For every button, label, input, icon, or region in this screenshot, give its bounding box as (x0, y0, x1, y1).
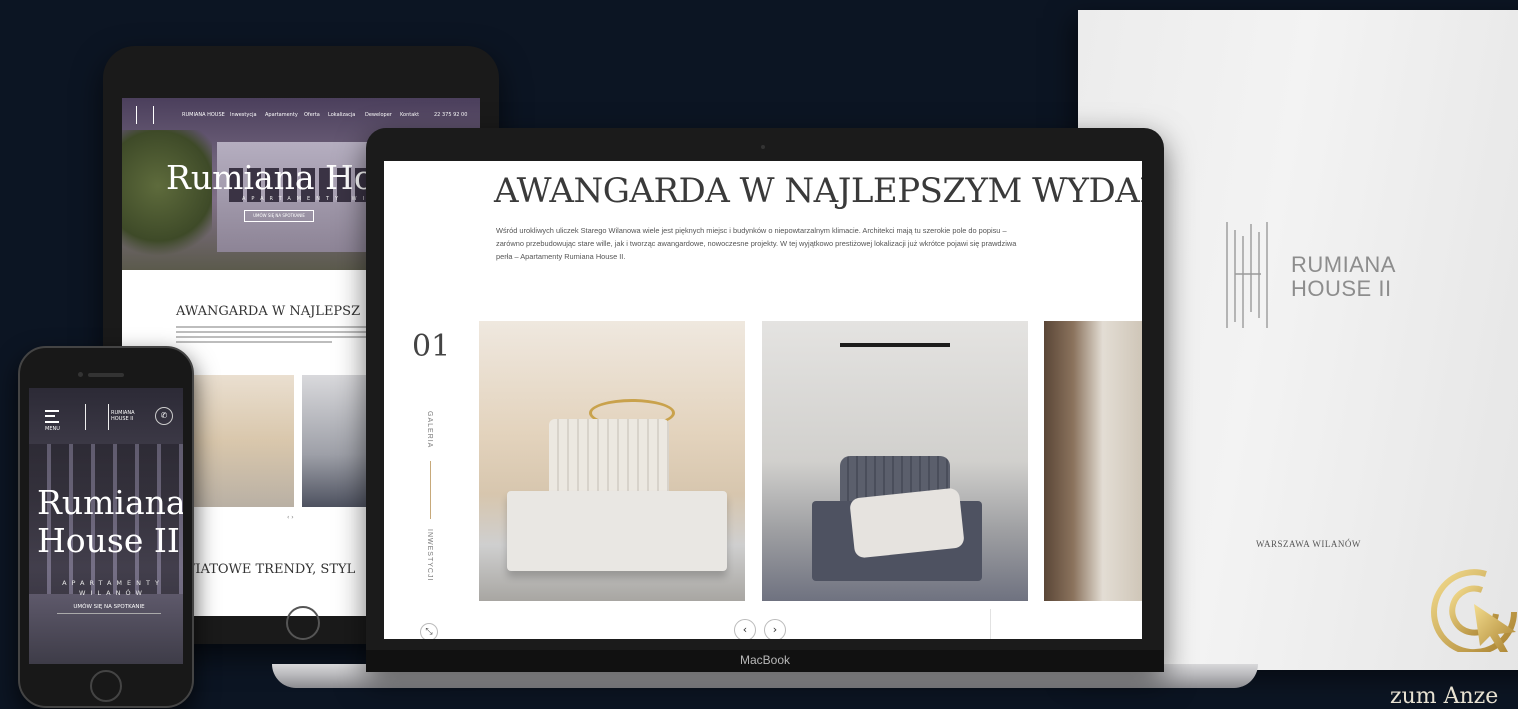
gallery-image-living-room[interactable] (1044, 321, 1142, 601)
expand-icon[interactable]: ⤡ (420, 623, 438, 639)
tablet-phone-number[interactable]: 22 375 92 00 (434, 112, 467, 118)
brochure-city: WARSZAWA WILANÓW (1256, 539, 1361, 549)
vertical-label-gallery: GALERIA (426, 411, 433, 449)
tablet-section-heading: AWANGARDA W NAJLEPSZ (176, 304, 361, 319)
brochure-brand-line1: RUMIANA (1291, 252, 1396, 277)
next-arrow-button[interactable]: › (764, 619, 786, 639)
tablet-home-button[interactable] (286, 606, 320, 640)
tablet-bottom-heading: VIATOWE TRENDY, STYL (186, 562, 356, 577)
laptop-screen: AWANGARDA W NAJLEPSZYM WYDANIU Wśród uro… (384, 161, 1142, 639)
tablet-gallery-image-1[interactable] (188, 375, 294, 507)
tablet-nav-item[interactable]: Lokalizacja (328, 112, 355, 118)
blanket (849, 487, 965, 559)
laptop-chin: MacBook (366, 650, 1164, 672)
gold-cursor-badge-icon[interactable] (1426, 560, 1518, 652)
menu-label: MENU (45, 426, 60, 432)
bed (507, 491, 727, 571)
divider (990, 609, 991, 639)
phone-hero-button[interactable]: UMÓW SIĘ NA SPOTKANIE (57, 602, 161, 614)
rh-monogram-logo (1226, 222, 1268, 328)
laptop-brand-label: MacBook (739, 653, 791, 667)
laptop-lid: AWANGARDA W NAJLEPSZYM WYDANIU Wśród uro… (366, 128, 1164, 672)
phone-hero-subtitle: APARTAMENTY WILANÓW (62, 579, 164, 597)
phone-screen: MENU RUMIANA HOUSE II ✆ Rumiana House II… (29, 388, 183, 664)
phone-call-icon[interactable]: ✆ (155, 407, 173, 425)
vertical-divider (430, 461, 431, 519)
tablet-nav-item[interactable]: Inwestycja (230, 112, 257, 118)
tree-image (122, 130, 212, 270)
section-number: 01 (412, 329, 451, 364)
phone-logo-text: RUMIANA HOUSE II (111, 410, 135, 422)
tablet-hero-button[interactable]: UMÓW SIĘ NA SPOTKANIE (244, 210, 314, 222)
tablet-hero-title: Rumiana Hou (166, 158, 395, 197)
page-heading: AWANGARDA W NAJLEPSZYM WYDANIU (494, 171, 1142, 211)
hamburger-icon (45, 410, 59, 423)
phone-logo[interactable] (85, 404, 109, 430)
badge-caption[interactable]: zum Anze (1390, 684, 1498, 709)
intro-paragraph: Wśród urokliwych uliczek Starego Wilanow… (496, 226, 1017, 261)
phone-device: MENU RUMIANA HOUSE II ✆ Rumiana House II… (18, 346, 194, 708)
tablet-carousel-arrows[interactable]: ‹ › (287, 514, 294, 521)
tablet-nav-item[interactable]: Kontakt (400, 112, 419, 118)
gallery-image-bedroom-bears[interactable] (762, 321, 1028, 601)
tablet-nav-item[interactable]: Apartamenty (265, 112, 298, 118)
gallery-image-bedroom-beige[interactable] (479, 321, 745, 601)
pendant-lamp (840, 343, 950, 347)
tablet-nav-item[interactable]: RUMIANA HOUSE (182, 112, 225, 118)
tablet-nav-item[interactable]: Deweloper (365, 112, 392, 118)
vertical-label-investment: INWESTYCJI (426, 529, 433, 582)
phone-camera (78, 372, 83, 377)
prev-arrow-button[interactable]: ‹ (734, 619, 756, 639)
camera-icon (761, 145, 765, 149)
tablet-logo[interactable] (136, 106, 154, 124)
brochure-brand-line2: HOUSE II (1291, 276, 1392, 301)
brochure-brand-name: RUMIANA HOUSE II (1291, 253, 1396, 301)
menu-button[interactable]: MENU (45, 410, 60, 432)
phone-hero-title: Rumiana House II (37, 483, 183, 560)
phone-speaker (88, 373, 124, 377)
phone-home-button[interactable] (90, 670, 122, 702)
phone-logo-line2: HOUSE II (111, 416, 134, 422)
tablet-nav-item[interactable]: Oferta (304, 112, 320, 118)
